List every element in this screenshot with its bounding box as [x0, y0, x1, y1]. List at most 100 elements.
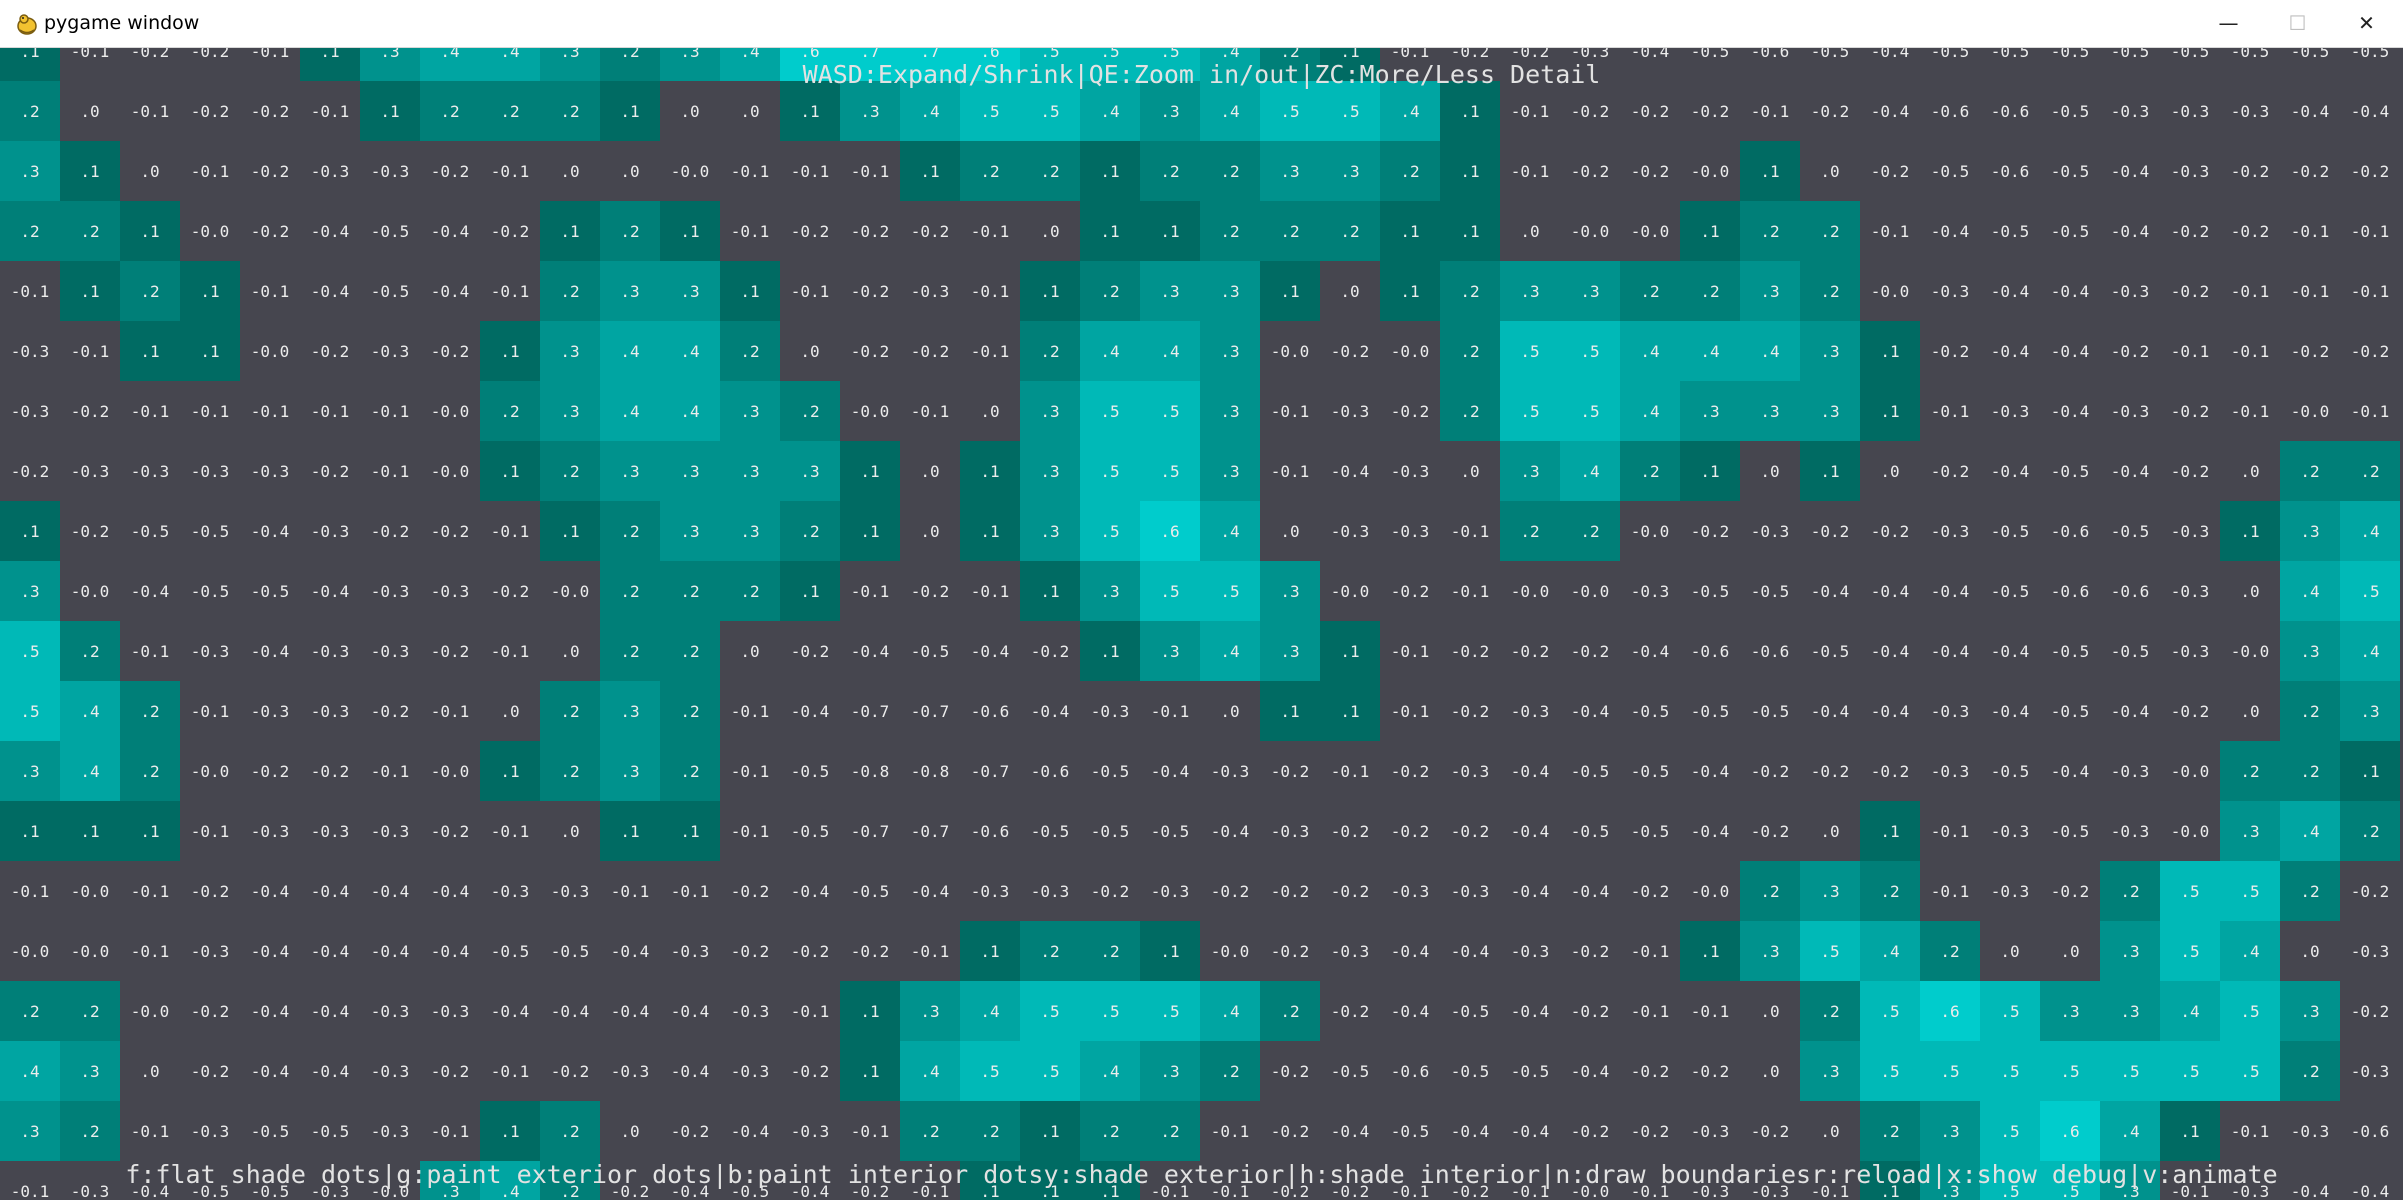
field-value-label: .2 [980, 162, 999, 181]
field-value-label: -0.5 [1631, 702, 1670, 721]
field-value-label: .2 [1460, 402, 1479, 421]
field-value-label: -0.1 [131, 642, 170, 661]
field-value-label: .5 [1880, 1002, 1899, 1021]
field-value-label: -0.6 [1991, 102, 2030, 121]
field-value-label: -0.3 [251, 462, 290, 481]
field-value-label: -0.3 [191, 942, 230, 961]
field-value-label: .5 [1220, 582, 1239, 601]
field-value-label: .4 [1220, 522, 1239, 541]
field-value-label: -0.5 [1091, 762, 1130, 781]
field-value-label: -0.3 [1991, 882, 2030, 901]
pygame-snake-icon [17, 14, 37, 35]
field-value-label: .3 [560, 402, 579, 421]
field-value-label: -0.2 [1211, 882, 1250, 901]
field-value-label: .4 [1220, 1002, 1239, 1021]
field-value-label: .2 [2360, 822, 2379, 841]
field-value-label: -0.0 [851, 402, 890, 421]
field-value-label: .5 [2000, 1002, 2019, 1021]
field-value-label: -0.2 [2291, 342, 2330, 361]
field-value-label: -0.2 [71, 402, 110, 421]
field-value-label: .0 [140, 162, 159, 181]
field-value-label: .5 [1100, 402, 1119, 421]
field-value-label: -0.2 [71, 522, 110, 541]
field-value-label: -0.5 [1511, 1062, 1550, 1081]
field-value-label: -0.1 [2351, 222, 2390, 241]
field-value-label: -0.2 [191, 102, 230, 121]
field-value-label: -0.4 [1931, 642, 1970, 661]
field-value-label: -0.1 [131, 102, 170, 121]
minimize-button[interactable]: — [2194, 0, 2263, 47]
field-value-label: .5 [1820, 942, 1839, 961]
field-value-label: .2 [1220, 1062, 1239, 1081]
field-value-label: .2 [560, 462, 579, 481]
field-value-label: .1 [1280, 702, 1299, 721]
field-value-label: -0.1 [911, 402, 950, 421]
field-value-label: .5 [1580, 342, 1599, 361]
field-value-label: -0.4 [1391, 1002, 1430, 1021]
game-canvas[interactable]: .1 -0.1 -0.2 -0.2 -0.1.1.3.4.4.3.2.3.4.6.7.7… [0, 48, 2403, 1200]
field-value-label: -0.1 [1931, 822, 1970, 841]
field-value-label: -0.1 [251, 402, 290, 421]
field-value-label: -0.2 [791, 1062, 830, 1081]
field-value-label: .0 [1220, 702, 1239, 721]
field-value-label: -0.4 [311, 882, 350, 901]
field-value-label: -0.2 [2111, 342, 2150, 361]
field-value-label: .2 [1880, 1122, 1899, 1141]
field-value-label: -0.2 [1691, 102, 1730, 121]
field-value-label: -0.4 [1871, 702, 1910, 721]
maximize-button[interactable]: ☐ [2263, 0, 2332, 47]
field-value-label: -0.3 [1511, 702, 1550, 721]
field-value-label: .2 [1220, 162, 1239, 181]
field-value-label: -0.0 [1571, 582, 1610, 601]
field-value-label: .3 [1160, 642, 1179, 661]
field-value-label: -0.4 [131, 582, 170, 601]
field-value-label: .3 [680, 462, 699, 481]
field-value-label: .0 [1460, 462, 1479, 481]
field-value-label: .2 [80, 1002, 99, 1021]
field-value-label: -0.3 [311, 522, 350, 541]
field-value-label: -0.3 [371, 1062, 410, 1081]
field-value-label: -0.3 [1451, 882, 1490, 901]
field-value-label: -0.1 [791, 1002, 830, 1021]
field-value-label: -0.3 [191, 642, 230, 661]
field-value-label: -0.3 [311, 162, 350, 181]
field-value-label: -0.3 [371, 582, 410, 601]
field-value-label: -0.1 [131, 942, 170, 961]
field-value-label: -0.4 [1391, 942, 1430, 961]
field-value-label: .0 [560, 822, 579, 841]
field-value-label: .0 [500, 702, 519, 721]
field-value-label: .5 [1160, 462, 1179, 481]
field-value-label: -0.5 [911, 642, 950, 661]
field-value-label: .2 [80, 222, 99, 241]
field-value-label: .3 [1820, 342, 1839, 361]
field-value-label: -0.3 [1391, 882, 1430, 901]
field-value-label: -0.5 [1571, 822, 1610, 841]
field-value-label: .1 [680, 822, 699, 841]
field-value-label: .1 [1040, 282, 1059, 301]
field-value-label: -0.1 [971, 222, 1010, 241]
field-value-label: -0.1 [11, 882, 50, 901]
field-value-label: -0.7 [911, 822, 950, 841]
field-value-label: .2 [20, 222, 39, 241]
field-value-label: -0.2 [1451, 642, 1490, 661]
field-value-label: .1 [80, 822, 99, 841]
field-value-label: -0.0 [11, 942, 50, 961]
field-value-label: .3 [1520, 282, 1539, 301]
field-value-label: -0.4 [251, 522, 290, 541]
field-value-label: -0.1 [1871, 222, 1910, 241]
field-value-label: .0 [560, 162, 579, 181]
field-value-label: -0.0 [551, 582, 590, 601]
field-value-label: -0.1 [1931, 882, 1970, 901]
field-value-label: -0.4 [2051, 402, 2090, 421]
field-value-label: .4 [680, 402, 699, 421]
field-value-label: -0.3 [431, 1002, 470, 1021]
field-value-label: .1 [1700, 222, 1719, 241]
field-value-label: -0.2 [2231, 222, 2270, 241]
field-value-label: .1 [1040, 1122, 1059, 1141]
field-value-label: -0.1 [1451, 582, 1490, 601]
field-value-label: .2 [560, 762, 579, 781]
field-value-label: -0.0 [1571, 222, 1610, 241]
close-button[interactable]: ✕ [2332, 0, 2401, 47]
field-value-label: .1 [380, 102, 399, 121]
field-value-label: -0.1 [191, 822, 230, 841]
